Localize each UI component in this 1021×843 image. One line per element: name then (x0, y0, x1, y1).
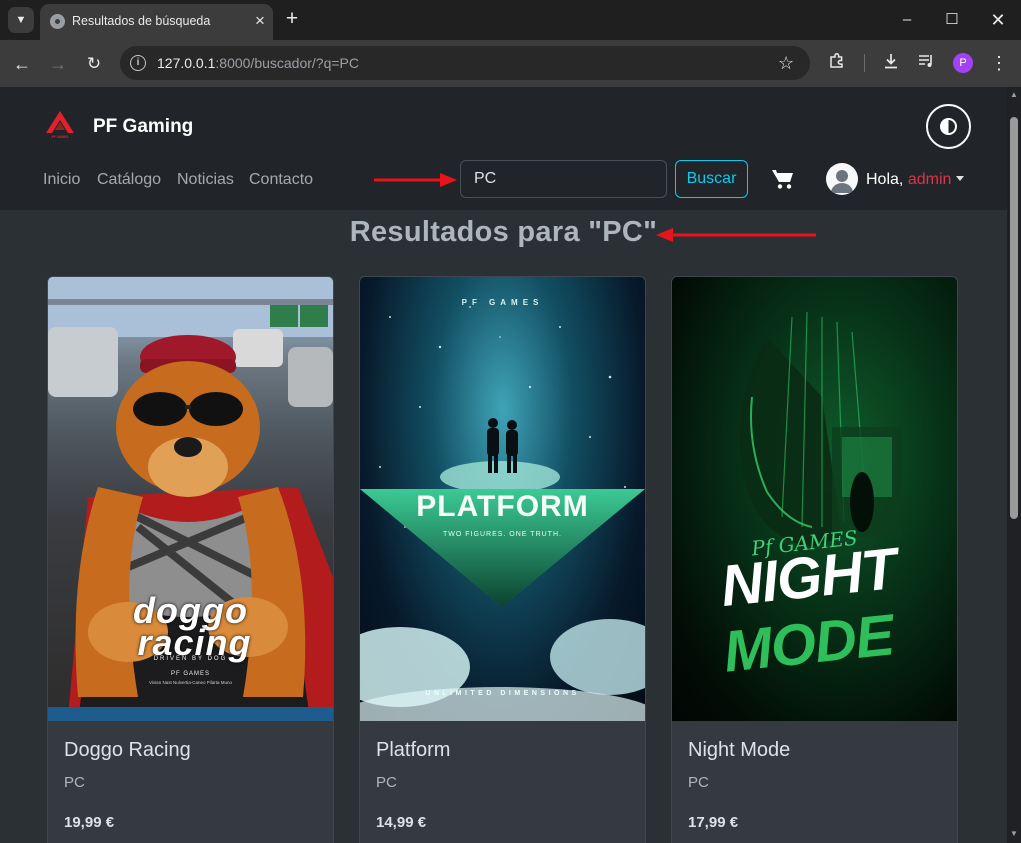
product-platform: PC (376, 774, 397, 791)
product-cover-image[interactable]: Pf GAMES NIGHT MODE (672, 277, 957, 721)
cover-credits: Vivian Nast Nulvertia-Caneo Pilarta Muno (149, 680, 232, 685)
user-avatar[interactable] (826, 163, 858, 195)
product-cover-image[interactable]: doggo racing DRIVEN BY DOG PF GAMES Vivi… (48, 277, 333, 721)
extensions-puzzle-icon[interactable] (826, 52, 848, 74)
search-input[interactable] (460, 160, 667, 198)
bookmark-star-icon[interactable]: ☆ (778, 51, 794, 75)
tab-search-chevron-icon[interactable]: ▼ (8, 7, 34, 33)
svg-text:PF GAMES: PF GAMES (52, 135, 69, 139)
pf-games-logo[interactable]: PF GAMES (44, 109, 76, 139)
window-close-icon[interactable]: ✕ (984, 8, 1012, 32)
product-platform: PC (64, 774, 85, 791)
nav-link-catalogo[interactable]: Catálogo (97, 171, 161, 189)
cover-tagline: TWO FIGURES. ONE TRUTH. (443, 531, 562, 538)
nav-link-contacto[interactable]: Contacto (249, 171, 313, 189)
back-arrow-icon[interactable]: ← (10, 52, 34, 76)
product-title[interactable]: Doggo Racing (64, 739, 191, 762)
user-menu-toggle[interactable]: Hola, admin (866, 171, 965, 189)
product-cover-image[interactable]: PF GAMES PLATFORM TWO FIGURES. ONE TRUTH… (360, 277, 645, 721)
url-text[interactable]: 127.0.0.1:8000/buscador/?q=PC (157, 55, 359, 71)
site-navbar: PF GAMES PF Gaming Inicio Catálogo Notic… (0, 87, 1007, 210)
toolbar-separator (864, 54, 865, 72)
download-icon[interactable] (880, 52, 902, 74)
address-bar[interactable]: i 127.0.0.1:8000/buscador/?q=PC ☆ (120, 46, 810, 80)
browser-tab[interactable]: Resultados de búsqueda × (40, 4, 273, 40)
minimize-icon[interactable]: – (893, 8, 921, 32)
scroll-up-arrow-icon[interactable]: ▲ (1010, 91, 1018, 99)
cover-studio: PF GAMES (461, 298, 544, 307)
product-price: 14,99 € (376, 814, 427, 831)
browser-tabstrip: ▼ Resultados de búsqueda × + – ☐ ✕ (0, 0, 1021, 40)
cover-title: PLATFORM (416, 490, 589, 523)
browser-toolbar: ← → ↻ i 127.0.0.1:8000/buscador/?q=PC ☆ … (0, 40, 1021, 87)
globe-icon (50, 14, 65, 29)
nav-link-noticias[interactable]: Noticias (177, 171, 234, 189)
media-playlist-icon[interactable] (915, 52, 937, 74)
product-platform: PC (688, 774, 709, 791)
product-title[interactable]: Platform (376, 739, 450, 762)
annotation-arrow-search (374, 173, 457, 187)
search-button[interactable]: Buscar (675, 160, 748, 198)
contrast-icon (940, 118, 957, 135)
product-title[interactable]: Night Mode (688, 739, 790, 762)
product-price: 19,99 € (64, 814, 115, 831)
product-price: 17,99 € (688, 814, 739, 831)
cart-icon[interactable] (771, 168, 795, 190)
nav-link-inicio[interactable]: Inicio (43, 171, 80, 189)
profile-avatar[interactable]: P (953, 53, 973, 73)
tab-close-icon[interactable]: × (251, 12, 269, 30)
tab-title: Resultados de búsqueda (72, 14, 211, 28)
product-card[interactable]: PF GAMES PLATFORM TWO FIGURES. ONE TRUTH… (359, 276, 646, 843)
scrollbar-thumb[interactable] (1010, 117, 1018, 519)
page-scrollbar[interactable]: ▲ ▼ (1007, 87, 1021, 843)
reload-icon[interactable]: ↻ (82, 52, 106, 76)
new-tab-plus-icon[interactable]: + (283, 8, 301, 30)
maximize-icon[interactable]: ☐ (938, 8, 966, 32)
chevron-down-icon (956, 176, 965, 181)
cover-tagline: DRIVEN BY DOG (153, 656, 228, 662)
results-title: Resultados para "PC" (349, 216, 658, 248)
username: admin (907, 171, 952, 188)
cover-footer: UNLIMITED DIMENSIONS (425, 690, 580, 697)
forward-arrow-icon[interactable]: → (46, 52, 70, 76)
page-viewport: PF GAMES PF Gaming Inicio Catálogo Notic… (0, 87, 1007, 843)
theme-toggle-button[interactable] (926, 104, 971, 149)
product-card[interactable]: doggo racing DRIVEN BY DOG PF GAMES Vivi… (47, 276, 334, 843)
scroll-down-arrow-icon[interactable]: ▼ (1010, 830, 1018, 838)
brand-name[interactable]: PF Gaming (93, 116, 193, 138)
browser-menu-icon[interactable]: ⋮ (988, 52, 1010, 74)
cover-studio: PF GAMES (170, 671, 210, 677)
site-info-icon[interactable]: i (130, 55, 146, 71)
product-card[interactable]: Pf GAMES NIGHT MODE Night Mode PC 17,99 … (671, 276, 958, 843)
cover-title: doggo racing (133, 590, 252, 663)
